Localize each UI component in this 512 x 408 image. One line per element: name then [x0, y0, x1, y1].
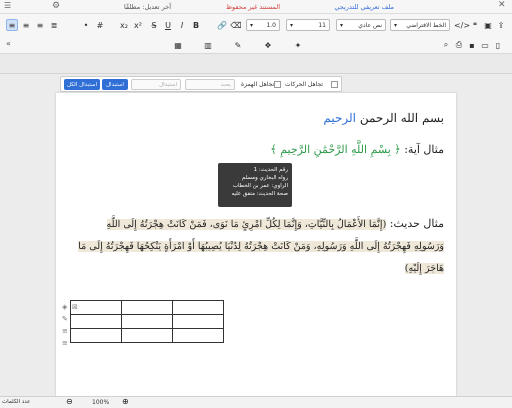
document-table[interactable]	[70, 300, 224, 343]
book-icon[interactable]: ▥	[202, 39, 214, 51]
toolbar-row-2: « ▦ ▥ ✎ ❖ ✦ ⌕ ⎙ ▪ ▭ ▯	[0, 36, 512, 54]
italic-icon[interactable]: I	[176, 19, 188, 31]
table-cell[interactable]	[172, 314, 224, 329]
chevron-down-icon: ▾	[340, 21, 344, 29]
table-handles: ◈ ✎ ≡ ≡	[62, 303, 68, 347]
ignore-diacritics-checkbox[interactable]	[331, 81, 338, 88]
table-cell[interactable]	[121, 328, 173, 343]
word-count-label: عدد الكلمات	[2, 399, 31, 405]
font-family-select[interactable]: ▾ الخط الافتراضي	[390, 19, 450, 31]
collapse-icon[interactable]: «	[6, 39, 11, 48]
chevron-down-icon: ▾	[394, 21, 398, 29]
drag-handle-icon[interactable]: ≡	[62, 327, 68, 335]
replace-button[interactable]: استبدال	[102, 79, 128, 90]
hadith-tooltip: رقم الحديث: 1 رواه البخاري ومسلم الراوي:…	[218, 163, 292, 207]
document-name-link[interactable]: ملف تعريفي للتدريجي	[334, 3, 394, 11]
ignore-diacritics-label: تجاهل الحركات	[285, 81, 323, 88]
numbered-list-icon[interactable]: #	[94, 19, 106, 31]
quran-icon[interactable]: ❖	[262, 39, 274, 51]
table-cell[interactable]	[121, 300, 173, 315]
hadith-example: مثال حديث: (إِنَّمَا الأَعْمَالُ بِالنِّ…	[78, 217, 444, 274]
pencil-icon[interactable]: ✎	[62, 315, 68, 323]
table-row	[70, 300, 224, 315]
zoom-out-icon[interactable]: ⊖	[66, 397, 73, 406]
new-file-icon[interactable]: ▯	[492, 39, 504, 51]
find-replace-bar: استبدال الكل استبدال استبدال بحث تجاهل ا…	[60, 76, 342, 92]
align-left-icon[interactable]: ≡	[6, 19, 18, 31]
strikethrough-icon[interactable]: S̶	[148, 19, 160, 31]
export-icon[interactable]: ⇪	[495, 19, 507, 31]
underline-icon[interactable]: U	[162, 19, 174, 31]
image-icon[interactable]: ▣	[482, 19, 494, 31]
hadith-icon[interactable]: ✦	[292, 39, 304, 51]
table-row	[70, 328, 224, 343]
replace-all-button[interactable]: استبدال الكل	[64, 79, 100, 90]
pen-icon[interactable]: ✎	[232, 39, 244, 51]
ayah-example: مثال آية: ﴿ بِسْمِ اللَّهِ الرَّحْمَٰنِ …	[270, 143, 444, 156]
title-bar: ملف تعريفي للتدريجي المستند غير محفوظ آخ…	[0, 0, 512, 14]
subscript-icon[interactable]: x₂	[118, 19, 130, 31]
drag-handle-icon[interactable]: ≡	[62, 339, 68, 347]
paint-icon[interactable]: ◈	[62, 303, 68, 311]
folder-icon[interactable]: ▭	[479, 39, 491, 51]
last-edit-text: آخر تعديل: مطلقًا	[124, 3, 172, 11]
superscript-icon[interactable]: x²	[132, 19, 144, 31]
table-cell[interactable]	[172, 300, 224, 315]
font-size-select[interactable]: ▾ 11	[286, 19, 330, 31]
ruler	[0, 54, 512, 74]
table-row	[70, 314, 224, 329]
zoom-level: 100%	[92, 399, 110, 406]
toolbar-row-1: ≡ ≡ ≡ ≣ • # x₂ x² S̶ U I B 🔗 ⌫ ▾ 1.0 ▾ 1…	[0, 14, 512, 36]
paragraph-style-select[interactable]: ▾ نص عادي	[336, 19, 386, 31]
chevron-down-icon: ▾	[250, 21, 254, 29]
replace-input[interactable]: استبدال	[131, 79, 181, 90]
search-input[interactable]: بحث	[185, 79, 235, 90]
table-cell[interactable]	[70, 314, 122, 329]
align-center-icon[interactable]: ≡	[20, 19, 32, 31]
table-cell[interactable]	[172, 328, 224, 343]
align-right-icon[interactable]: ≡	[34, 19, 46, 31]
link-icon[interactable]: 🔗	[216, 19, 228, 31]
table-select-icon[interactable]: ⊠	[72, 303, 78, 311]
bullet-list-icon[interactable]: •	[80, 19, 92, 31]
ignore-hamza-label: تجاهل الهمزة	[241, 81, 275, 88]
code-icon[interactable]: </>	[454, 19, 470, 31]
find-replace-icon[interactable]: ⌕	[440, 39, 452, 51]
table-cell[interactable]	[121, 314, 173, 329]
document-page[interactable]: بسم الله الرحمن الرحيم مثال آية: ﴿ بِسْم…	[56, 93, 456, 398]
table-cell[interactable]	[70, 328, 122, 343]
print-icon[interactable]: ⎙	[453, 39, 465, 51]
bold-icon[interactable]: B	[190, 19, 202, 31]
quote-icon[interactable]: ❝	[469, 19, 481, 31]
close-icon[interactable]: ✕	[498, 0, 506, 10]
save-icon[interactable]: ▪	[466, 39, 478, 51]
table-cell[interactable]	[70, 300, 122, 315]
zoom-in-icon[interactable]: ⊕	[122, 397, 129, 406]
unsaved-status: المستند غير محفوظ	[226, 3, 281, 11]
chevron-down-icon: ▾	[290, 21, 294, 29]
menu-icon[interactable]: ☰	[4, 1, 11, 10]
line-spacing-select[interactable]: ▾ 1.0	[246, 19, 280, 31]
status-bar: عدد الكلمات ⊖ 100% ⊕	[0, 396, 512, 408]
table-icon[interactable]: ▦	[172, 39, 184, 51]
basmala-line: بسم الله الرحمن الرحيم	[323, 111, 444, 125]
clear-format-icon[interactable]: ⌫	[230, 19, 242, 31]
align-justify-icon[interactable]: ≣	[48, 19, 60, 31]
gear-icon[interactable]: ⚙	[52, 1, 60, 11]
ignore-hamza-checkbox[interactable]	[274, 81, 281, 88]
